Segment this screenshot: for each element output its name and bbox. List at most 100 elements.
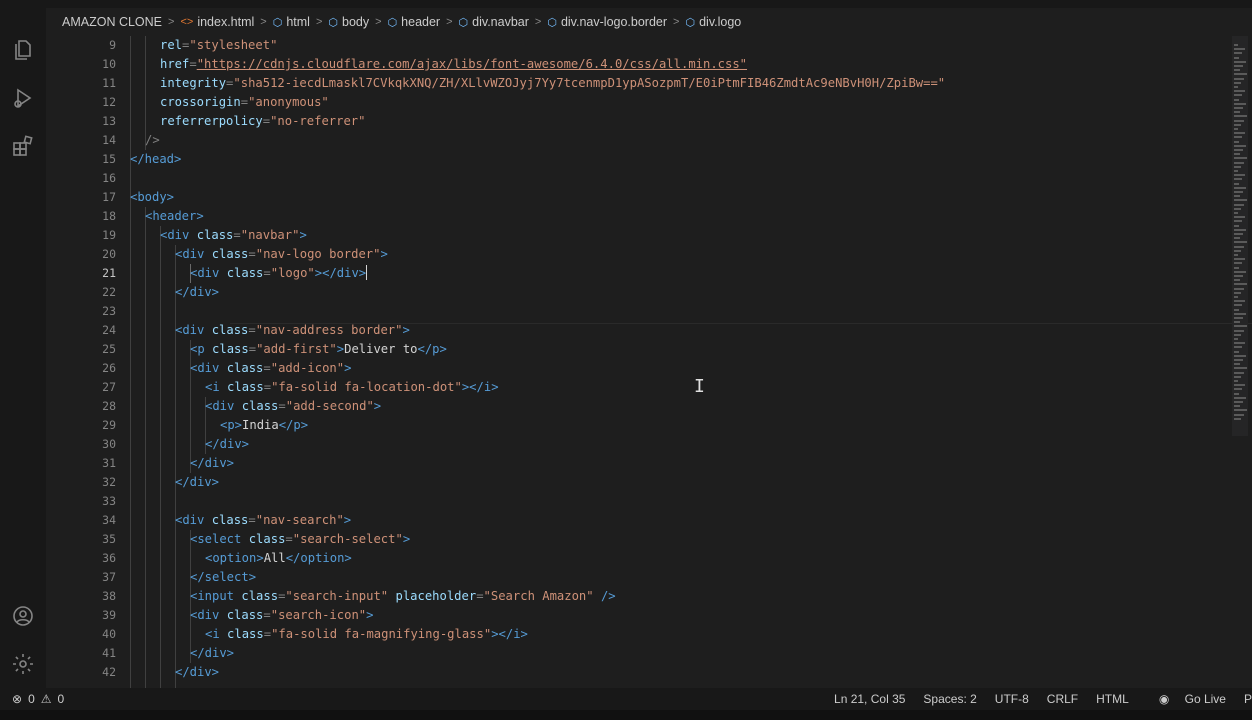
minimap-line: [1234, 375, 1241, 378]
line-number: 19: [102, 228, 116, 242]
code-line-20[interactable]: <div class="nav-logo border">: [175, 245, 388, 264]
minimap[interactable]: [1232, 36, 1248, 436]
code-line-9[interactable]: rel="stylesheet": [160, 36, 277, 55]
code-line-32[interactable]: </div>: [175, 473, 219, 492]
code-line-18[interactable]: <header>: [145, 207, 204, 226]
line-number: 40: [102, 627, 116, 641]
status-problems[interactable]: ⊗ 0 ⚠ 0: [12, 692, 64, 706]
minimap-line: [1234, 136, 1242, 139]
line-number: 15: [102, 152, 116, 166]
minimap-line: [1234, 149, 1243, 151]
status-overflow[interactable]: P: [1244, 692, 1252, 706]
minimap-line: [1234, 296, 1238, 298]
code-line-24[interactable]: <div class="nav-address border">: [175, 321, 410, 340]
code-line-11[interactable]: integrity="sha512-iecdLmaskl7CVkqkXNQ/ZH…: [160, 74, 945, 93]
code-line-13[interactable]: referrerpolicy="no-referrer": [160, 112, 365, 131]
breadcrumb-logo[interactable]: ⬡ div.logo: [685, 15, 741, 29]
extensions-icon[interactable]: [9, 132, 37, 160]
code-line-41[interactable]: </div>: [190, 644, 234, 663]
line-number: 37: [102, 570, 116, 584]
code-line-26[interactable]: <div class="add-icon">: [190, 359, 351, 378]
element-icon: ⬡: [547, 16, 557, 29]
code-line-19[interactable]: <div class="navbar">: [160, 226, 307, 245]
minimap-line: [1234, 174, 1245, 177]
minimap-line: [1234, 157, 1247, 160]
code-line-15[interactable]: </head>: [130, 150, 181, 169]
minimap-line: [1234, 73, 1247, 76]
code-line-12[interactable]: crossorigin="anonymous": [160, 93, 329, 112]
chevron-right-icon: >: [168, 16, 175, 28]
minimap-line: [1234, 128, 1238, 130]
minimap-line: [1234, 237, 1240, 240]
breadcrumb-nav-logo[interactable]: ⬡ div.nav-logo.border: [547, 15, 667, 29]
line-number: 14: [102, 133, 116, 147]
breadcrumb-file[interactable]: <> index.html: [180, 15, 254, 29]
status-encoding[interactable]: UTF-8: [995, 692, 1029, 706]
minimap-line: [1234, 262, 1242, 265]
code-line-10[interactable]: href="https://cdnjs.cloudflare.com/ajax/…: [160, 55, 747, 74]
line-number: 24: [102, 323, 116, 337]
bottom-strip: [0, 710, 1252, 720]
status-eol[interactable]: CRLF: [1047, 692, 1078, 706]
breadcrumb-body[interactable]: ⬡ body: [328, 15, 369, 29]
status-language[interactable]: HTML: [1096, 692, 1129, 706]
code-editor[interactable]: 9 10 11 12 13 14 15 16 17 18 19 20 21 22 23 24 25 26 27 28 2…: [46, 36, 1252, 688]
code-line-22[interactable]: </div>: [175, 283, 219, 302]
code-area[interactable]: rel="stylesheet" href="https://cdnjs.clo…: [130, 36, 1252, 688]
status-go-live[interactable]: ◉ Go Live: [1147, 692, 1226, 706]
status-cursor-position[interactable]: Ln 21, Col 35: [834, 692, 905, 706]
minimap-line: [1234, 354, 1246, 357]
code-line-21-active[interactable]: <div class="logo"></div>: [190, 264, 368, 283]
minimap-line: [1234, 56, 1239, 59]
run-debug-icon[interactable]: [9, 84, 37, 112]
code-line-14[interactable]: />: [145, 131, 160, 150]
minimap-line: [1234, 342, 1245, 345]
minimap-line: [1234, 384, 1245, 387]
minimap-line: [1234, 203, 1244, 206]
code-line-31[interactable]: </div>: [190, 454, 234, 473]
code-line-39[interactable]: <div class="search-icon">: [190, 606, 373, 625]
breadcrumb-header[interactable]: ⬡ header: [388, 15, 441, 29]
code-line-42[interactable]: </div>: [175, 663, 219, 682]
minimap-line: [1234, 329, 1244, 332]
code-line-25[interactable]: <p class="add-first">Deliver to</p>: [190, 340, 447, 359]
breadcrumb-navbar[interactable]: ⬡ div.navbar: [459, 15, 529, 29]
code-line-35[interactable]: <select class="search-select">: [190, 530, 410, 549]
line-number: 10: [102, 57, 116, 71]
status-bar: ⊗ 0 ⚠ 0 Ln 21, Col 35 Spaces: 2 UTF-8 CR…: [0, 688, 1252, 710]
indent-guide: [130, 36, 131, 688]
line-number: 13: [102, 114, 116, 128]
settings-gear-icon[interactable]: [9, 650, 37, 678]
code-line-28[interactable]: <div class="add-second">: [205, 397, 381, 416]
account-icon[interactable]: [9, 602, 37, 630]
line-number: 20: [102, 247, 116, 261]
element-icon: ⬡: [328, 16, 339, 29]
text-cursor: [366, 265, 368, 280]
minimap-line: [1234, 291, 1241, 294]
minimap-line: [1234, 178, 1242, 181]
minimap-line: [1234, 308, 1239, 311]
code-line-40[interactable]: <i class="fa-solid fa-magnifying-glass">…: [205, 625, 528, 644]
explorer-icon[interactable]: [9, 36, 37, 64]
minimap-line: [1234, 107, 1243, 109]
minimap-line: [1234, 81, 1241, 84]
breadcrumb-html[interactable]: ⬡ html: [273, 15, 310, 29]
code-line-29[interactable]: <p>India</p>: [220, 416, 308, 435]
minimap-line: [1234, 65, 1243, 67]
line-number: 17: [102, 190, 116, 204]
minimap-line: [1234, 321, 1240, 324]
code-line-36[interactable]: <option>All</option>: [205, 549, 352, 568]
minimap-line: [1234, 220, 1242, 223]
minimap-line: [1234, 199, 1247, 202]
code-line-27[interactable]: <i class="fa-solid fa-location-dot"></i>: [205, 378, 499, 397]
code-line-17[interactable]: <body>: [130, 188, 174, 207]
breadcrumb-folder[interactable]: AMAZON CLONE: [62, 15, 162, 29]
line-number: 38: [102, 589, 116, 603]
code-line-37[interactable]: </select>: [190, 568, 256, 587]
code-line-30[interactable]: </div>: [205, 435, 249, 454]
minimap-line: [1234, 153, 1240, 156]
code-line-34[interactable]: <div class="nav-search">: [175, 511, 351, 530]
status-indentation[interactable]: Spaces: 2: [923, 692, 976, 706]
code-line-38[interactable]: <input class="search-input" placeholder=…: [190, 587, 616, 606]
minimap-line: [1234, 317, 1243, 319]
